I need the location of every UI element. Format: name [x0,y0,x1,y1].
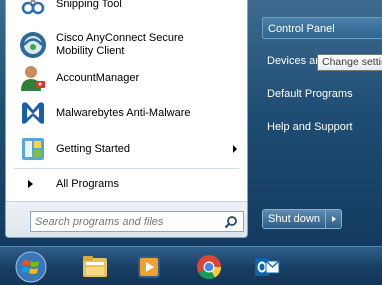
search-area [6,201,247,237]
programs-pane: Snipping Tool Cisco AnyConnect Secure Mo… [5,0,248,238]
all-programs-label: All Programs [56,178,119,190]
program-malwarebytes[interactable]: Malwarebytes Anti-Malware [6,95,247,131]
tooltip: Change settings [317,54,382,71]
scissors-icon [16,0,50,21]
program-label: Getting Started [56,142,130,155]
all-programs-button[interactable]: All Programs [6,173,247,195]
help-support-link[interactable]: Help and Support [262,116,353,138]
arrow-right-icon [28,180,33,188]
program-label: AccountManager [56,71,140,84]
getting-started-icon [16,132,50,166]
control-panel-label: Control Panel [268,23,335,35]
shutdown-options-button[interactable] [325,209,342,229]
search-box[interactable] [30,211,244,232]
program-label: Snipping Tool [56,0,122,10]
program-label-line1: Cisco AnyConnect Secure [56,32,184,44]
program-accountmanager[interactable]: AccountManager [6,60,247,96]
program-snipping-tool[interactable]: Snipping Tool [6,0,247,22]
file-explorer-icon[interactable] [78,250,112,284]
search-icon[interactable] [224,215,238,229]
help-support-label: Help and Support [267,121,353,133]
shutdown-control: Shut down [262,209,342,229]
program-label-line2: Mobility Client [56,45,125,57]
program-getting-started[interactable]: Getting Started [6,131,247,167]
outlook-icon[interactable] [250,250,284,284]
program-cisco-anyconnect[interactable]: Cisco AnyConnect Secure Mobility Client [6,27,247,63]
program-label: Malwarebytes Anti-Malware [56,106,191,119]
separator [14,168,239,169]
default-programs-label: Default Programs [267,88,353,100]
control-panel-link[interactable]: Control Panel [262,17,382,39]
cisco-globe-icon [16,28,50,62]
search-input[interactable] [35,214,215,229]
media-player-icon[interactable] [132,250,166,284]
taskbar [0,246,382,285]
start-menu: Snipping Tool Cisco AnyConnect Secure Mo… [0,0,382,246]
program-label: Cisco AnyConnect Secure Mobility Client [56,32,184,58]
submenu-arrow-icon [233,145,237,153]
shutdown-button[interactable]: Shut down [262,209,326,229]
default-programs-link[interactable]: Default Programs [262,83,353,105]
chrome-icon[interactable] [192,250,226,284]
user-key-icon [16,61,50,95]
malwarebytes-icon [16,96,50,130]
start-orb-icon[interactable] [14,250,48,284]
